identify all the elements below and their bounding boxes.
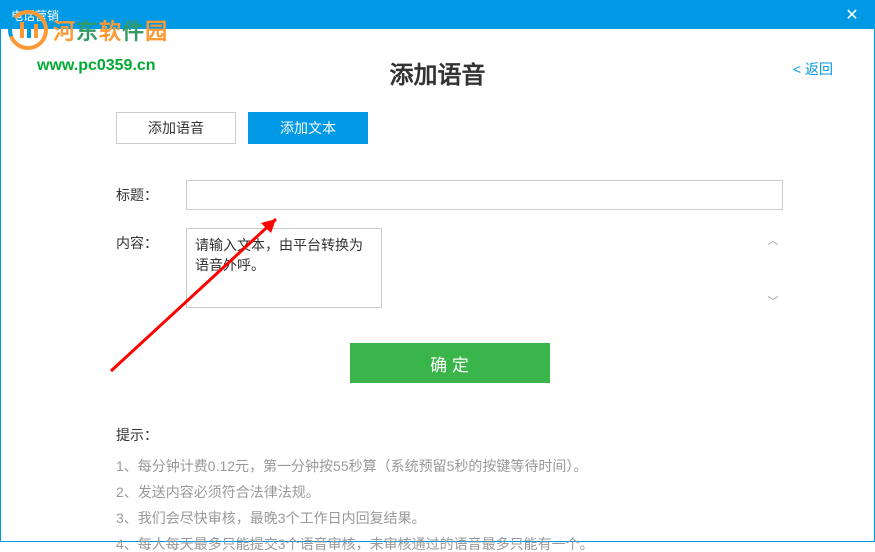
window-title: 电话营销 <box>11 7 59 24</box>
titlebar: 电话营销 ✕ <box>1 1 874 29</box>
title-label: 标题： <box>116 180 186 205</box>
content-label: 内容： <box>116 228 186 253</box>
scroll-down-icon[interactable]: ﹀ <box>766 293 780 309</box>
title-input[interactable] <box>186 180 783 210</box>
content-textarea[interactable] <box>186 228 382 308</box>
tab-add-voice[interactable]: 添加语音 <box>116 112 236 144</box>
tab-add-text[interactable]: 添加文本 <box>248 112 368 144</box>
tips-list: 1、每分钟计费0.12元，第一分钟按55秒算（系统预留5秒的按键等待时间）。 2… <box>116 459 783 551</box>
tips-item: 2、发送内容必须符合法律法规。 <box>116 485 783 499</box>
tips-item: 3、我们会尽快审核，最晚3个工作日内回复结果。 <box>116 511 783 525</box>
tips-item: 4、每人每天最多只能提交3个语音审核，未审核通过的语音最多只能有一个。 <box>116 537 783 551</box>
back-link[interactable]: < 返回 <box>793 59 833 79</box>
tab-row: 添加语音 添加文本 <box>116 112 833 144</box>
confirm-button[interactable]: 确 定 <box>350 343 550 383</box>
page-title: 添加语音 <box>42 55 833 90</box>
tips-heading: 提示： <box>116 425 783 445</box>
tips-item: 1、每分钟计费0.12元，第一分钟按55秒算（系统预留5秒的按键等待时间）。 <box>116 459 783 473</box>
scroll-up-icon[interactable]: ︿ <box>766 232 780 248</box>
close-icon[interactable]: ✕ <box>838 1 866 29</box>
